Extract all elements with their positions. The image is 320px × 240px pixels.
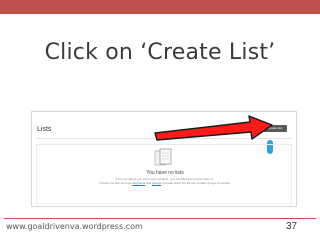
footer-divider	[4, 218, 316, 219]
page-number: 37	[286, 221, 298, 232]
footer-url: www.goaldrivenva.wordpress.com	[6, 222, 143, 231]
red-arrow-icon	[154, 115, 273, 141]
